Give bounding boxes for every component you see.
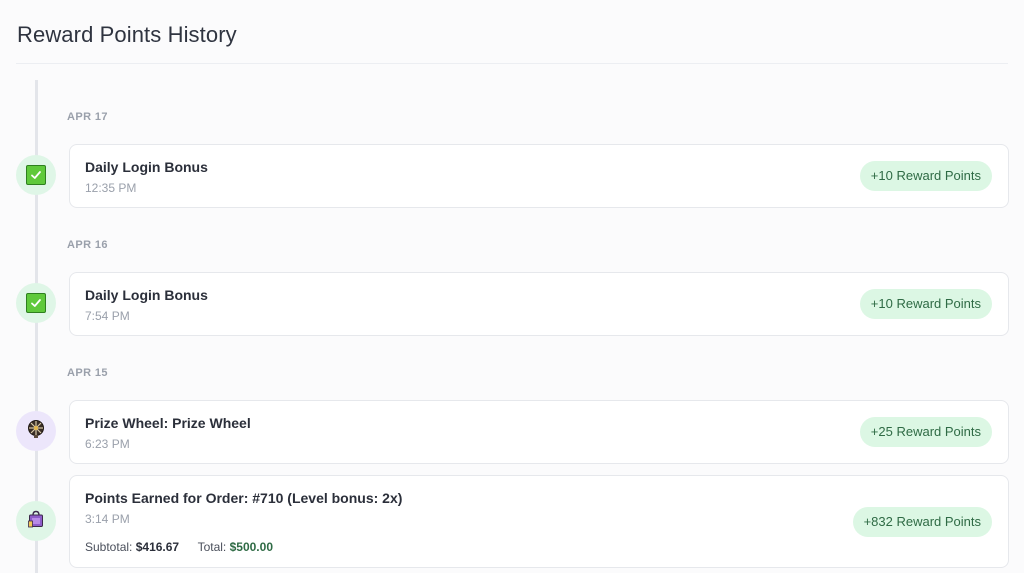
date-label: APR 15: [67, 367, 108, 379]
check-icon: [26, 293, 46, 313]
shopping-bag-icon: [26, 509, 46, 534]
timeline-dot: [16, 283, 56, 323]
prize-wheel-icon: [26, 419, 46, 444]
timeline-dot: [16, 155, 56, 195]
history-entry-card: Points Earned for Order: #710 (Level bon…: [69, 475, 1009, 568]
entry-title: Points Earned for Order: #710 (Level bon…: [85, 490, 403, 506]
entry-title: Prize Wheel: Prize Wheel: [85, 415, 251, 431]
subtotal-label: Subtotal:: [85, 540, 133, 554]
total-value: $500.00: [229, 540, 273, 554]
history-entry-card: Prize Wheel: Prize Wheel 6:23 PM +25 Rew…: [69, 400, 1009, 464]
title-divider: [16, 63, 1008, 64]
subtotal-value: $416.67: [135, 540, 180, 554]
entry-title: Daily Login Bonus: [85, 287, 208, 303]
timeline-line: [35, 80, 38, 573]
entry-time: 3:14 PM: [85, 512, 130, 526]
points-badge: +10 Reward Points: [859, 289, 992, 319]
history-entry-card: Daily Login Bonus 7:54 PM +10 Reward Poi…: [69, 272, 1009, 336]
timeline-dot: [16, 411, 56, 451]
page-title: Reward Points History: [17, 22, 237, 47]
check-icon: [26, 165, 46, 185]
timeline-dot: [16, 501, 56, 541]
entry-time: 6:23 PM: [85, 437, 130, 451]
entry-title: Daily Login Bonus: [85, 159, 208, 175]
entry-time: 7:54 PM: [85, 309, 130, 323]
entry-time: 12:35 PM: [85, 181, 137, 195]
points-badge: +832 Reward Points: [852, 507, 992, 537]
total-label: Total:: [197, 540, 227, 554]
reward-points-history-page: Reward Points History APR 17 Daily Login…: [0, 0, 1024, 573]
order-totals: Subtotal: $416.67 Total: $500.00: [85, 540, 273, 554]
date-label: APR 17: [67, 111, 108, 123]
points-badge: +10 Reward Points: [859, 161, 992, 191]
history-entry-card: Daily Login Bonus 12:35 PM +10 Reward Po…: [69, 144, 1009, 208]
points-badge: +25 Reward Points: [859, 417, 992, 447]
date-label: APR 16: [67, 239, 108, 251]
